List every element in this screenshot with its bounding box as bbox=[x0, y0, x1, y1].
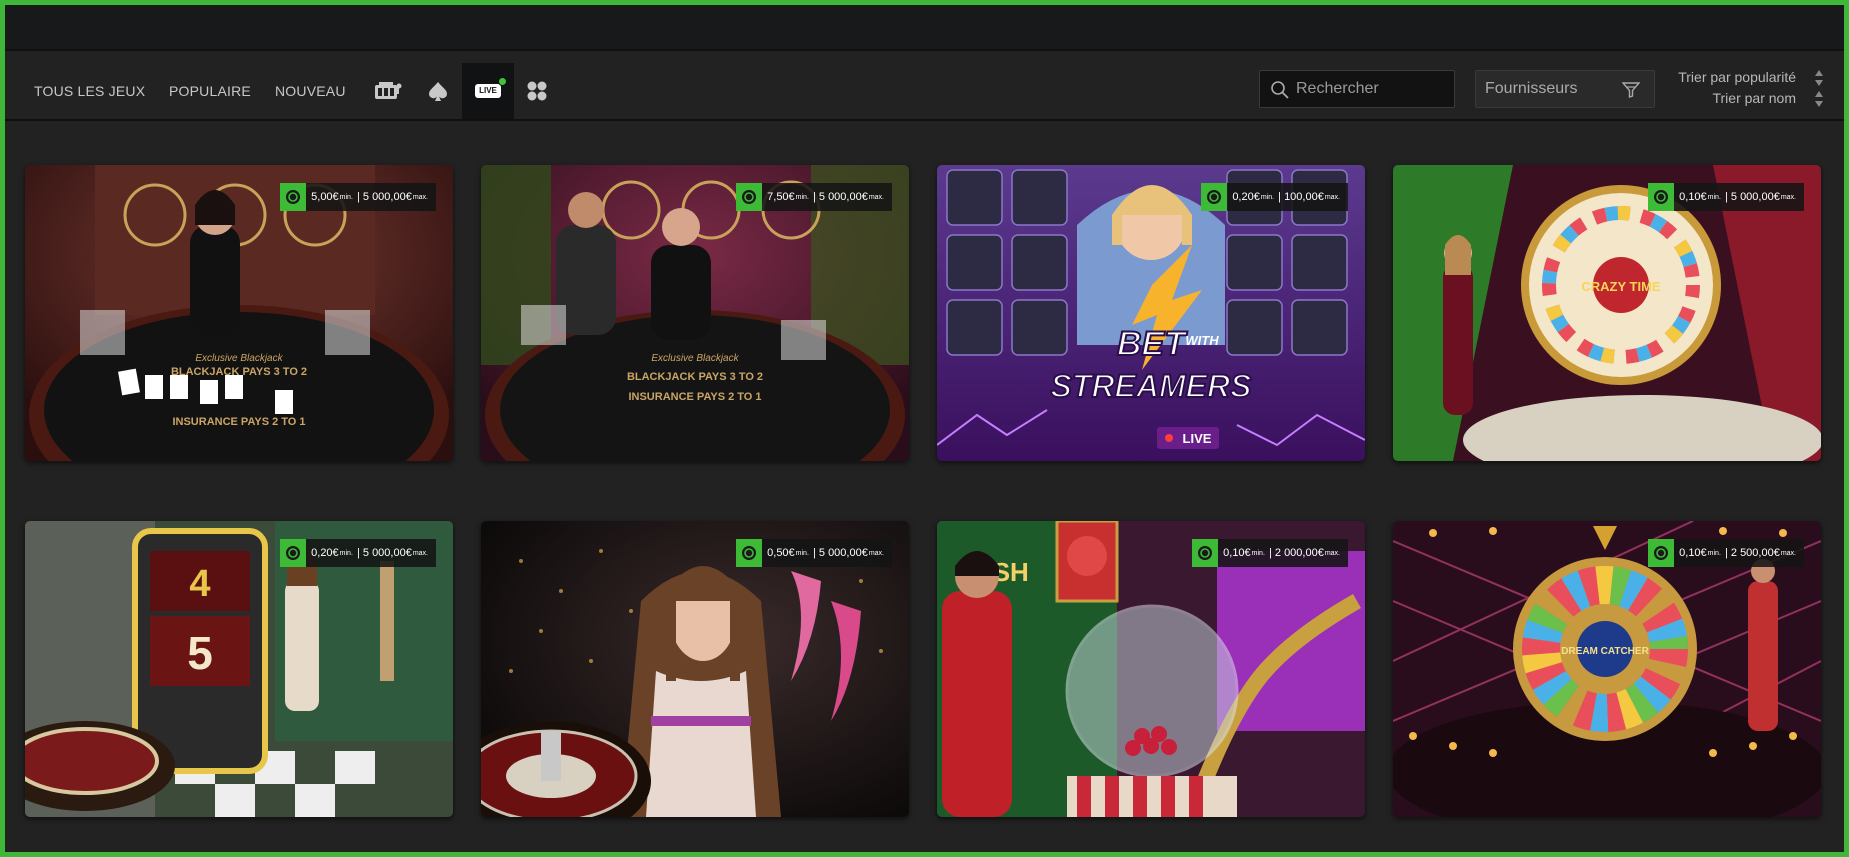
top-bar bbox=[5, 5, 1844, 51]
sort-by-popularity[interactable]: Trier par popularité bbox=[1678, 69, 1796, 85]
min-tag: min. bbox=[795, 193, 809, 201]
game-card[interactable]: BET WITH STREAMERS LIVE 0,20€ min. | 100,… bbox=[937, 165, 1365, 461]
tab-all-games[interactable]: TOUS LES JEUX bbox=[34, 63, 145, 119]
tab-popular[interactable]: POPULAIRE bbox=[169, 63, 251, 119]
chip-icon bbox=[736, 183, 763, 211]
min-bet: 0,20€ bbox=[1232, 191, 1260, 203]
max-bet: 100,00€ bbox=[1284, 191, 1324, 203]
max-tag: max. bbox=[412, 193, 428, 201]
scene-text: BET bbox=[1117, 325, 1188, 363]
min-tag: min. bbox=[1260, 193, 1275, 201]
chip-icon bbox=[1201, 183, 1228, 211]
max-bet: 5 000,00€ bbox=[362, 547, 412, 559]
chip-icon bbox=[1648, 183, 1675, 211]
scene-text: Exclusive Blackjack bbox=[195, 353, 283, 364]
min-tag: min. bbox=[1251, 549, 1265, 557]
scene-text: WITH bbox=[1185, 333, 1219, 348]
app-window: TOUS LES JEUX POPULAIRE NOUVEAU LIVE Fou… bbox=[0, 0, 1849, 857]
scene-text: LIVE bbox=[1183, 431, 1212, 446]
game-card[interactable]: CASH 0,10€min. | 2 000,00€max. bbox=[937, 521, 1365, 817]
scene-text: BLACKJACK PAYS 3 TO 2 bbox=[627, 371, 763, 383]
search-icon bbox=[1271, 81, 1289, 99]
game-card[interactable]: 0,50€ min. | 5 000,00€ max. bbox=[481, 521, 909, 817]
chip-icon bbox=[1192, 539, 1219, 567]
search-box bbox=[1259, 70, 1455, 108]
game-card[interactable]: CRAZY TIME 0,10€ min. | 5 000,00€ max. bbox=[1393, 165, 1821, 461]
scene-text: BLACKJACK PAYS 3 TO 2 bbox=[171, 366, 307, 378]
max-tag: max. bbox=[868, 549, 884, 557]
live-indicator-dot bbox=[497, 77, 507, 86]
scene-text: 4 bbox=[189, 563, 210, 605]
providers-filter[interactable]: Fournisseurs bbox=[1475, 70, 1655, 108]
min-bet: 0,20€ bbox=[311, 547, 339, 559]
bet-limit-badge: 7,50€ min. | 5 000,00€ max. bbox=[736, 183, 892, 211]
min-bet: 0,10€ bbox=[1223, 547, 1251, 559]
game-card[interactable]: Exclusive Blackjack BLACKJACK PAYS 3 TO … bbox=[25, 165, 453, 461]
spade-icon[interactable] bbox=[416, 63, 460, 119]
category-nav: TOUS LES JEUX POPULAIRE NOUVEAU LIVE Fou… bbox=[5, 63, 1844, 121]
chip-icon bbox=[736, 539, 763, 567]
min-bet: 0,10€ bbox=[1679, 547, 1707, 559]
max-bet: 5 000,00€ bbox=[1730, 191, 1780, 203]
scene-text: 5 bbox=[187, 627, 213, 679]
bet-limit-badge: 0,20€ min. | 100,00€ max. bbox=[1201, 183, 1348, 211]
min-bet: 0,50€ bbox=[767, 547, 795, 559]
bet-limit-badge: 0,50€ min. | 5 000,00€ max. bbox=[736, 539, 892, 567]
scene-text: INSURANCE PAYS 2 TO 1 bbox=[628, 391, 761, 403]
max-bet: 5 000,00€ bbox=[818, 191, 868, 203]
min-bet: 7,50€ bbox=[767, 191, 795, 203]
min-tag: min. bbox=[339, 549, 353, 557]
min-tag: min. bbox=[1707, 193, 1721, 201]
live-label: LIVE bbox=[479, 86, 497, 95]
providers-label: Fournisseurs bbox=[1485, 80, 1578, 97]
chip-icon bbox=[1648, 539, 1675, 567]
bet-limit-badge: 0,10€ min. | 5 000,00€ max. bbox=[1648, 183, 1804, 211]
bet-limit-badge: 0,10€ min. | 2 000,00€ max. bbox=[1192, 539, 1348, 567]
max-tag: max. bbox=[868, 193, 884, 201]
min-bet: 5,00€ bbox=[311, 191, 339, 203]
video-slot-icon[interactable] bbox=[366, 63, 410, 119]
min-tag: min. bbox=[1707, 549, 1721, 557]
sort-arrows-icon[interactable] bbox=[1814, 90, 1824, 108]
scene-text: STREAMERS bbox=[1051, 368, 1253, 404]
game-card[interactable]: DREAM CATCHER 0,10€ min. | 2 500,00€ max. bbox=[1393, 521, 1821, 817]
scene-text: DREAM CATCHER bbox=[1561, 646, 1649, 657]
min-bet: 0,10€ bbox=[1679, 191, 1707, 203]
bet-limit-badge: 0,20€ min. | 5 000,00€ max. bbox=[280, 539, 436, 567]
scene-text: INSURANCE PAYS 2 TO 1 bbox=[172, 416, 305, 428]
sort-arrows-icon[interactable] bbox=[1814, 69, 1824, 87]
max-bet: 5 000,00€ bbox=[818, 547, 868, 559]
chip-icon bbox=[280, 183, 307, 211]
bet-limit-badge: 0,10€ min. | 2 500,00€ max. bbox=[1648, 539, 1804, 567]
chip-icon bbox=[280, 539, 307, 567]
max-bet: 2 500,00€ bbox=[1730, 547, 1780, 559]
tab-live[interactable]: LIVE bbox=[462, 63, 514, 119]
scene-text: CRAZY TIME bbox=[1581, 279, 1661, 294]
search-input[interactable] bbox=[1296, 71, 1446, 107]
sort-by-name[interactable]: Trier par nom bbox=[1712, 90, 1796, 106]
game-card[interactable]: Exclusive Blackjack BLACKJACK PAYS 3 TO … bbox=[481, 165, 909, 461]
max-tag: max. bbox=[1324, 549, 1340, 557]
filter-funnel-icon bbox=[1622, 82, 1640, 98]
scene-text: Exclusive Blackjack bbox=[651, 353, 739, 364]
max-bet: 5 000,00€ bbox=[362, 191, 412, 203]
live-icon: LIVE bbox=[475, 77, 507, 98]
max-tag: max. bbox=[1780, 549, 1796, 557]
min-tag: min. bbox=[339, 193, 353, 201]
min-tag: min. bbox=[795, 549, 809, 557]
max-tag: max. bbox=[412, 549, 428, 557]
grid-icon[interactable] bbox=[515, 63, 559, 119]
bet-limit-badge: 5,00€ min. | 5 000,00€ max. bbox=[280, 183, 436, 211]
tab-new[interactable]: NOUVEAU bbox=[275, 63, 346, 119]
game-card[interactable]: 4 5 0,20€ min. | 5 000,00€ max. bbox=[25, 521, 453, 817]
max-tag: max. bbox=[1324, 193, 1340, 201]
max-tag: max. bbox=[1780, 193, 1796, 201]
max-bet: 2 000,00€ bbox=[1274, 547, 1324, 559]
